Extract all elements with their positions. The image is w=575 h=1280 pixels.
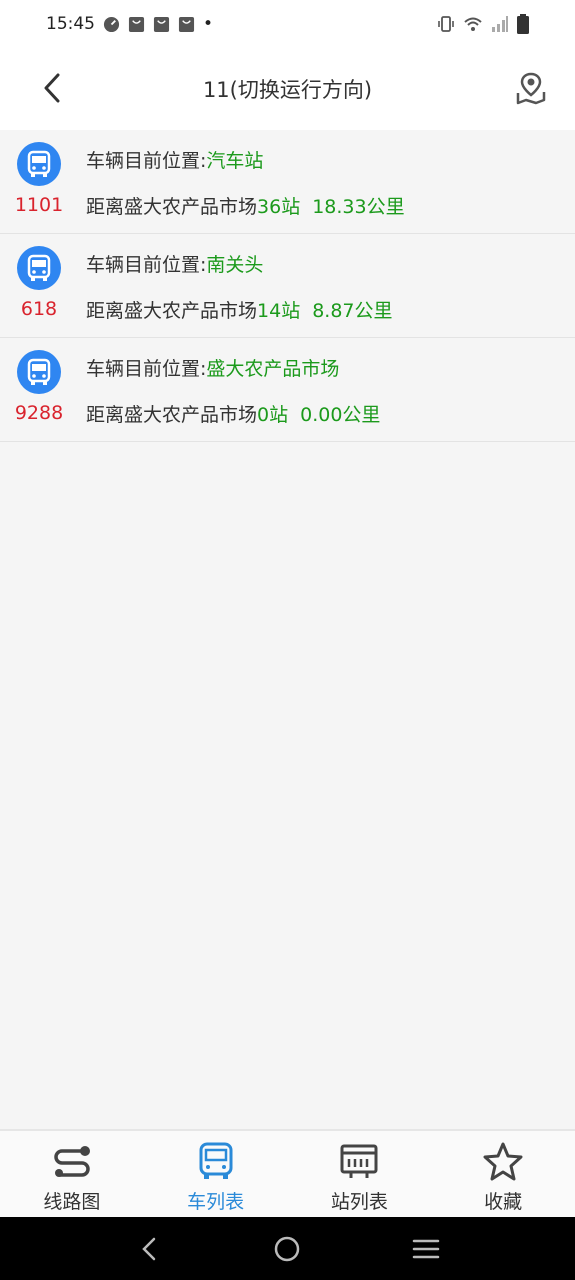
nav-back-button[interactable] xyxy=(127,1227,171,1271)
vehicle-position: 车辆目前位置:盛大农产品市场 xyxy=(86,354,339,381)
bus-icon-badge xyxy=(17,246,61,290)
route-map-icon xyxy=(50,1141,94,1181)
bus-icon-badge xyxy=(17,350,61,394)
shopping-bag-icon xyxy=(178,16,195,32)
position-label: 车辆目前位置: xyxy=(86,358,207,380)
vehicle-distance: 距离盛大农产品市场36站 18.33公里 xyxy=(86,192,405,219)
status-bar: 15:45 • xyxy=(0,0,575,48)
notification-dot: • xyxy=(203,14,214,34)
bus-icon-badge xyxy=(17,142,61,186)
status-right xyxy=(437,14,529,34)
vehicle-position: 车辆目前位置:汽车站 xyxy=(86,146,263,173)
bus-icon xyxy=(27,254,51,281)
battery-icon xyxy=(517,14,529,34)
status-time: 15:45 xyxy=(46,14,95,34)
gauge-icon xyxy=(103,16,120,32)
stops-count: 0站 xyxy=(257,404,289,426)
tab-label: 车列表 xyxy=(187,1191,245,1213)
position-value: 南关头 xyxy=(206,254,264,276)
vehicle-position: 车辆目前位置:南关头 xyxy=(86,250,263,277)
shopping-bag-icon xyxy=(128,16,145,32)
nav-menu-button[interactable] xyxy=(404,1227,448,1271)
tab-station-list[interactable]: 站列表 xyxy=(288,1131,432,1217)
bus-icon xyxy=(27,150,51,177)
tab-label: 收藏 xyxy=(484,1191,523,1213)
bottom-tab-bar: 线路图 车列表 站列表 收藏 xyxy=(0,1129,575,1217)
vehicle-row[interactable]: 618 车辆目前位置:南关头 距离盛大农产品市场14站 8.87公里 xyxy=(0,234,575,338)
vehicle-row[interactable]: 9288 车辆目前位置:盛大农产品市场 距离盛大农产品市场0站 0.00公里 xyxy=(0,338,575,442)
app-header: 11(切换运行方向) xyxy=(0,48,575,130)
vehicle-plate: 1101 xyxy=(14,194,64,216)
vehicle-distance: 距离盛大农产品市场0站 0.00公里 xyxy=(86,400,380,427)
distance-label: 距离盛大农产品市场 xyxy=(86,196,258,218)
tab-label: 站列表 xyxy=(330,1191,388,1213)
tab-favorites[interactable]: 收藏 xyxy=(431,1131,575,1217)
status-left: 15:45 • xyxy=(46,14,213,34)
vehicle-row[interactable]: 1101 车辆目前位置:汽车站 距离盛大农产品市场36站 18.33公里 xyxy=(0,130,575,234)
station-list-icon xyxy=(337,1141,381,1181)
distance-value: 18.33公里 xyxy=(312,196,405,218)
position-value: 盛大农产品市场 xyxy=(206,358,340,380)
stops-count: 36站 xyxy=(257,196,301,218)
vehicle-plate: 9288 xyxy=(14,402,64,424)
signal-icon xyxy=(492,16,508,32)
tab-route-map[interactable]: 线路图 xyxy=(0,1131,144,1217)
nav-home-button[interactable] xyxy=(265,1227,309,1271)
position-label: 车辆目前位置: xyxy=(86,150,207,172)
chevron-left-icon xyxy=(44,73,60,103)
stops-count: 14站 xyxy=(257,300,301,322)
nav-back-icon xyxy=(142,1237,156,1260)
vehicle-list: 1101 车辆目前位置:汽车站 距离盛大农产品市场36站 18.33公里 618 … xyxy=(0,130,575,442)
map-pin-icon xyxy=(516,72,546,105)
system-nav-bar xyxy=(0,1217,575,1280)
nav-menu-icon xyxy=(412,1239,440,1258)
vibrate-icon xyxy=(438,16,454,32)
vehicle-distance: 距离盛大农产品市场14站 8.87公里 xyxy=(86,296,393,323)
wifi-icon xyxy=(464,17,482,31)
bus-list-icon xyxy=(194,1141,238,1181)
position-value: 汽车站 xyxy=(206,150,264,172)
nav-home-icon xyxy=(275,1236,300,1261)
tab-bus-list[interactable]: 车列表 xyxy=(144,1131,288,1217)
page-title[interactable]: 11(切换运行方向) xyxy=(203,74,372,104)
back-button[interactable] xyxy=(34,70,70,106)
bus-icon xyxy=(27,358,51,385)
map-location-button[interactable] xyxy=(511,68,551,108)
shopping-bag-icon xyxy=(153,16,170,32)
distance-label: 距离盛大农产品市场 xyxy=(86,300,258,322)
vehicle-plate: 618 xyxy=(20,298,58,320)
star-icon xyxy=(481,1141,525,1181)
distance-label: 距离盛大农产品市场 xyxy=(86,404,258,426)
tab-label: 线路图 xyxy=(43,1191,101,1213)
position-label: 车辆目前位置: xyxy=(86,254,207,276)
distance-value: 0.00公里 xyxy=(300,404,381,426)
distance-value: 8.87公里 xyxy=(312,300,393,322)
